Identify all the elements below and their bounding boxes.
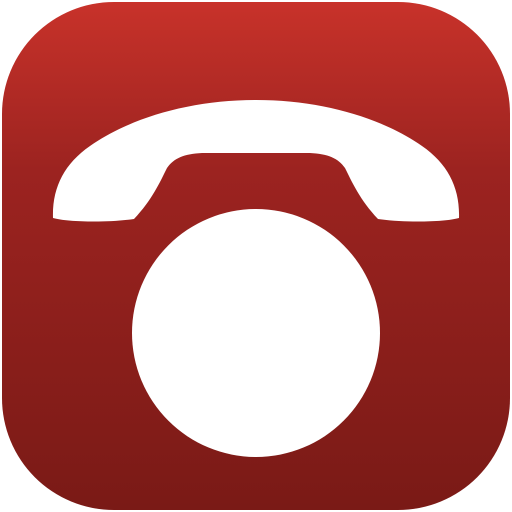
app-icon-canvas <box>0 0 512 512</box>
telephone-app-icon[interactable] <box>0 0 512 512</box>
rotary-dial-icon <box>132 209 380 457</box>
